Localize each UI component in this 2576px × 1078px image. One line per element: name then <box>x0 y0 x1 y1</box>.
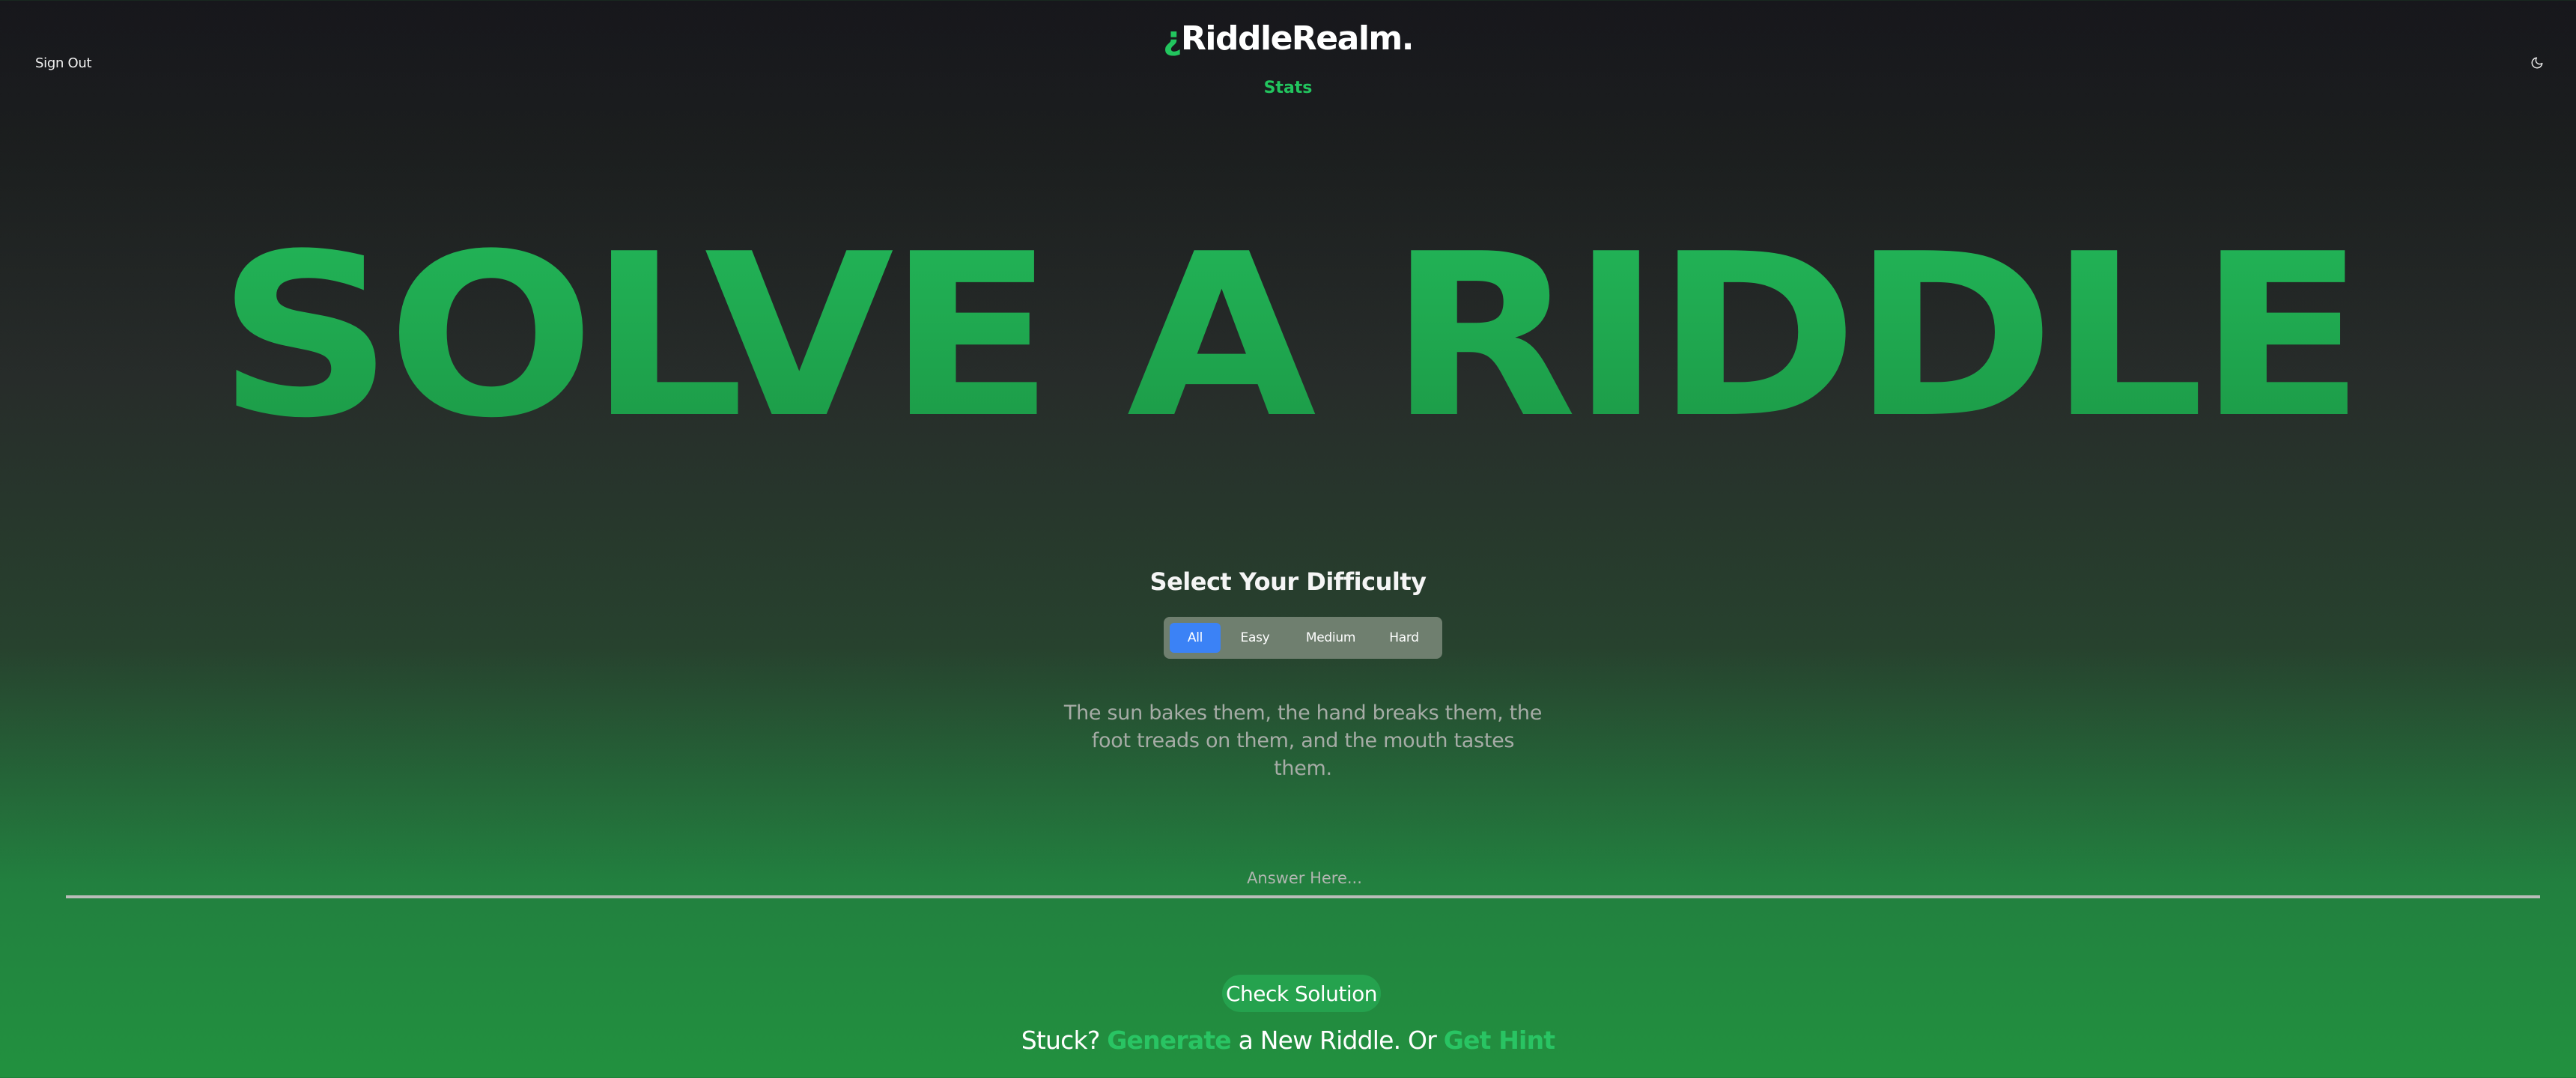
logo-text: RiddleRealm. <box>1181 19 1414 58</box>
difficulty-title: Select Your Difficulty <box>1149 567 1427 596</box>
theme-toggle-button[interactable] <box>2527 52 2548 73</box>
hero-title: SOLVE A RIDDLE <box>0 225 2576 449</box>
difficulty-option-all[interactable]: All <box>1170 623 1221 653</box>
difficulty-option-easy[interactable]: Easy <box>1221 623 1289 653</box>
moon-icon <box>2531 57 2543 69</box>
stuck-prefix: Stuck? <box>1021 1026 1101 1055</box>
difficulty-selector: All Easy Medium Hard <box>1164 617 1442 659</box>
sign-out-button[interactable]: Sign Out <box>35 55 92 71</box>
difficulty-option-medium[interactable]: Medium <box>1289 623 1372 653</box>
get-hint-link[interactable]: Get Hint <box>1444 1026 1555 1055</box>
stuck-or: Or <box>1408 1026 1437 1055</box>
stuck-prompt: Stuck? Generate a New Riddle. Or Get Hin… <box>0 1026 2576 1055</box>
stats-link[interactable]: Stats <box>0 79 2576 97</box>
difficulty-option-hard[interactable]: Hard <box>1372 623 1436 653</box>
generate-riddle-link[interactable]: Generate <box>1107 1026 1231 1055</box>
stuck-middle: a New Riddle. <box>1238 1026 1402 1055</box>
answer-input[interactable] <box>66 859 2543 897</box>
logo-mark: ¿ <box>1163 19 1182 58</box>
answer-field-container <box>66 859 2543 898</box>
check-solution-button[interactable]: Check Solution <box>1222 975 1381 1012</box>
riddle-text: The sun bakes them, the hand breaks them… <box>1063 701 1543 780</box>
app-logo[interactable]: ¿RiddleRealm. <box>0 19 2576 58</box>
